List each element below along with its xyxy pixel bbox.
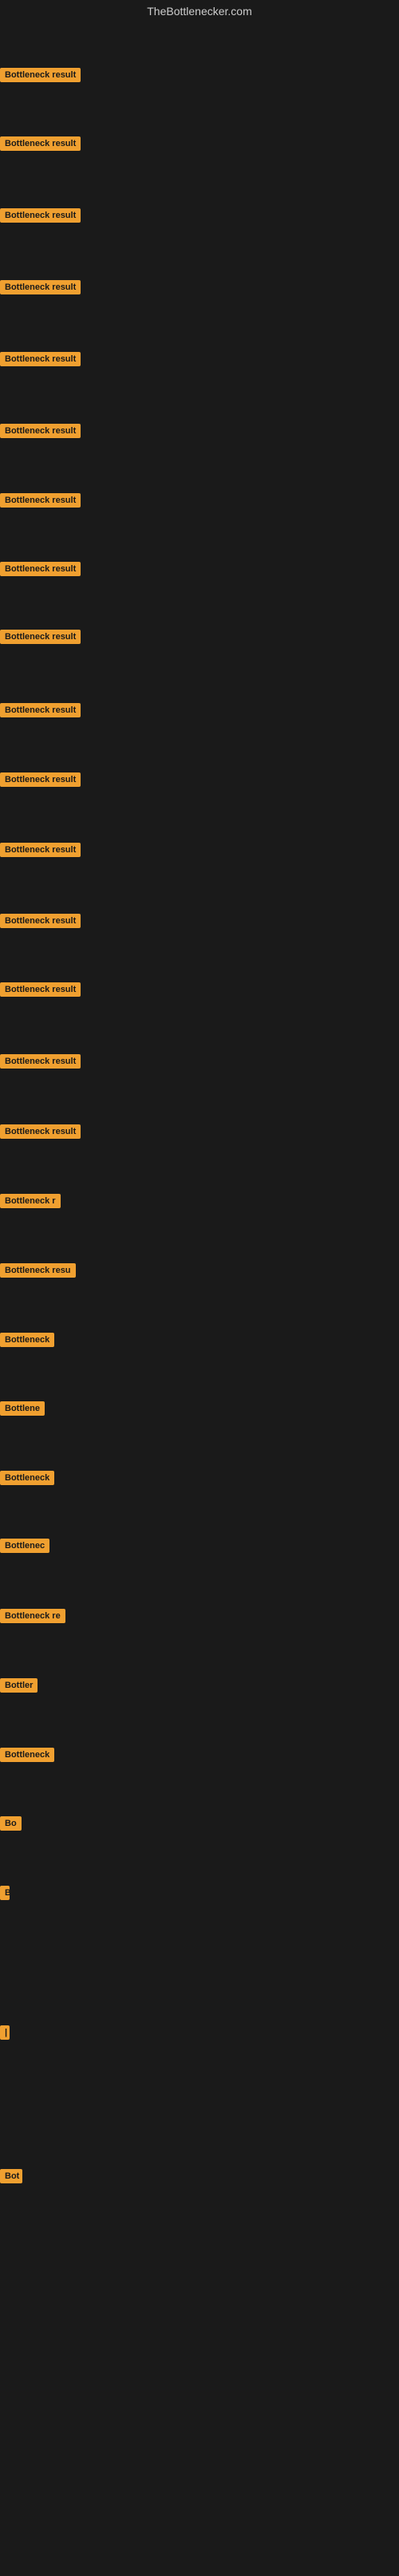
bottleneck-badge: Bottleneck result <box>0 843 81 857</box>
bottleneck-result-item[interactable]: Bottleneck result <box>0 493 81 512</box>
bottleneck-badge: Bottleneck result <box>0 352 81 366</box>
bottleneck-badge: Bottleneck result <box>0 208 81 223</box>
bottleneck-badge: Bottleneck result <box>0 630 81 644</box>
bottleneck-badge: Bottler <box>0 1678 38 1693</box>
bottleneck-badge: Bottleneck result <box>0 68 81 82</box>
site-title: TheBottlenecker.com <box>0 0 399 22</box>
bottleneck-result-item[interactable]: Bo <box>0 1816 22 1835</box>
bottleneck-result-item[interactable]: Bottleneck result <box>0 280 81 298</box>
bottleneck-badge: Bottleneck <box>0 1748 54 1762</box>
bottleneck-badge: Bottlene <box>0 1401 45 1416</box>
bottleneck-result-item[interactable]: Bottleneck result <box>0 68 81 86</box>
bottleneck-result-item[interactable]: Bottleneck re <box>0 1609 65 1627</box>
bottleneck-result-item[interactable]: Bottleneck result <box>0 562 81 580</box>
bottleneck-result-item[interactable]: Bottleneck <box>0 1471 54 1489</box>
bottleneck-badge: B <box>0 1886 10 1900</box>
bottleneck-result-item[interactable]: Bottleneck r <box>0 1194 61 1212</box>
bottleneck-result-item[interactable]: Bottleneck result <box>0 424 81 442</box>
bottleneck-result-item[interactable]: Bottleneck result <box>0 352 81 370</box>
bottleneck-result-item[interactable]: Bottleneck result <box>0 136 81 155</box>
bottleneck-result-item[interactable]: Bottleneck result <box>0 630 81 648</box>
bottleneck-result-item[interactable]: Bottlenec <box>0 1539 49 1557</box>
bottleneck-badge: Bottleneck result <box>0 982 81 997</box>
bottleneck-result-item[interactable]: Bottleneck <box>0 1748 54 1766</box>
bottleneck-badge: Bottleneck result <box>0 772 81 787</box>
bottleneck-badge: Bottleneck result <box>0 703 81 717</box>
bottleneck-result-item[interactable]: Bottleneck result <box>0 772 81 791</box>
bottleneck-badge: | <box>0 2025 10 2040</box>
bottleneck-result-item[interactable]: Bottleneck result <box>0 843 81 861</box>
bottleneck-result-item[interactable]: B <box>0 1886 10 1904</box>
bottleneck-badge: Bottleneck result <box>0 562 81 576</box>
bottleneck-result-item[interactable]: Bottleneck result <box>0 914 81 932</box>
bottleneck-result-item[interactable]: | <box>0 2025 10 2044</box>
bottleneck-badge: Bot <box>0 2169 22 2183</box>
bottleneck-result-item[interactable]: Bottleneck resu <box>0 1263 76 1282</box>
bottleneck-badge: Bottlenec <box>0 1539 49 1553</box>
bottleneck-result-item[interactable]: Bottler <box>0 1678 38 1697</box>
bottleneck-result-item[interactable]: Bottleneck result <box>0 703 81 721</box>
bottleneck-badge: Bottleneck r <box>0 1194 61 1208</box>
bottleneck-badge: Bottleneck resu <box>0 1263 76 1278</box>
bottleneck-result-item[interactable]: Bottleneck result <box>0 208 81 227</box>
bottleneck-badge: Bottleneck <box>0 1471 54 1485</box>
bottleneck-result-item[interactable]: Bottleneck <box>0 1333 54 1351</box>
bottleneck-result-item[interactable]: Bot <box>0 2169 22 2187</box>
bottleneck-badge: Bo <box>0 1816 22 1831</box>
bottleneck-badge: Bottleneck result <box>0 424 81 438</box>
bottleneck-badge: Bottleneck result <box>0 1054 81 1069</box>
bottleneck-badge: Bottleneck re <box>0 1609 65 1623</box>
bottleneck-badge: Bottleneck <box>0 1333 54 1347</box>
bottleneck-result-item[interactable]: Bottlene <box>0 1401 45 1420</box>
bottleneck-badge: Bottleneck result <box>0 493 81 508</box>
bottleneck-result-item[interactable]: Bottleneck result <box>0 1054 81 1073</box>
bottleneck-badge: Bottleneck result <box>0 1124 81 1139</box>
bottleneck-badge: Bottleneck result <box>0 280 81 294</box>
bottleneck-badge: Bottleneck result <box>0 914 81 928</box>
bottleneck-result-item[interactable]: Bottleneck result <box>0 982 81 1001</box>
bottleneck-badge: Bottleneck result <box>0 136 81 151</box>
bottleneck-result-item[interactable]: Bottleneck result <box>0 1124 81 1143</box>
